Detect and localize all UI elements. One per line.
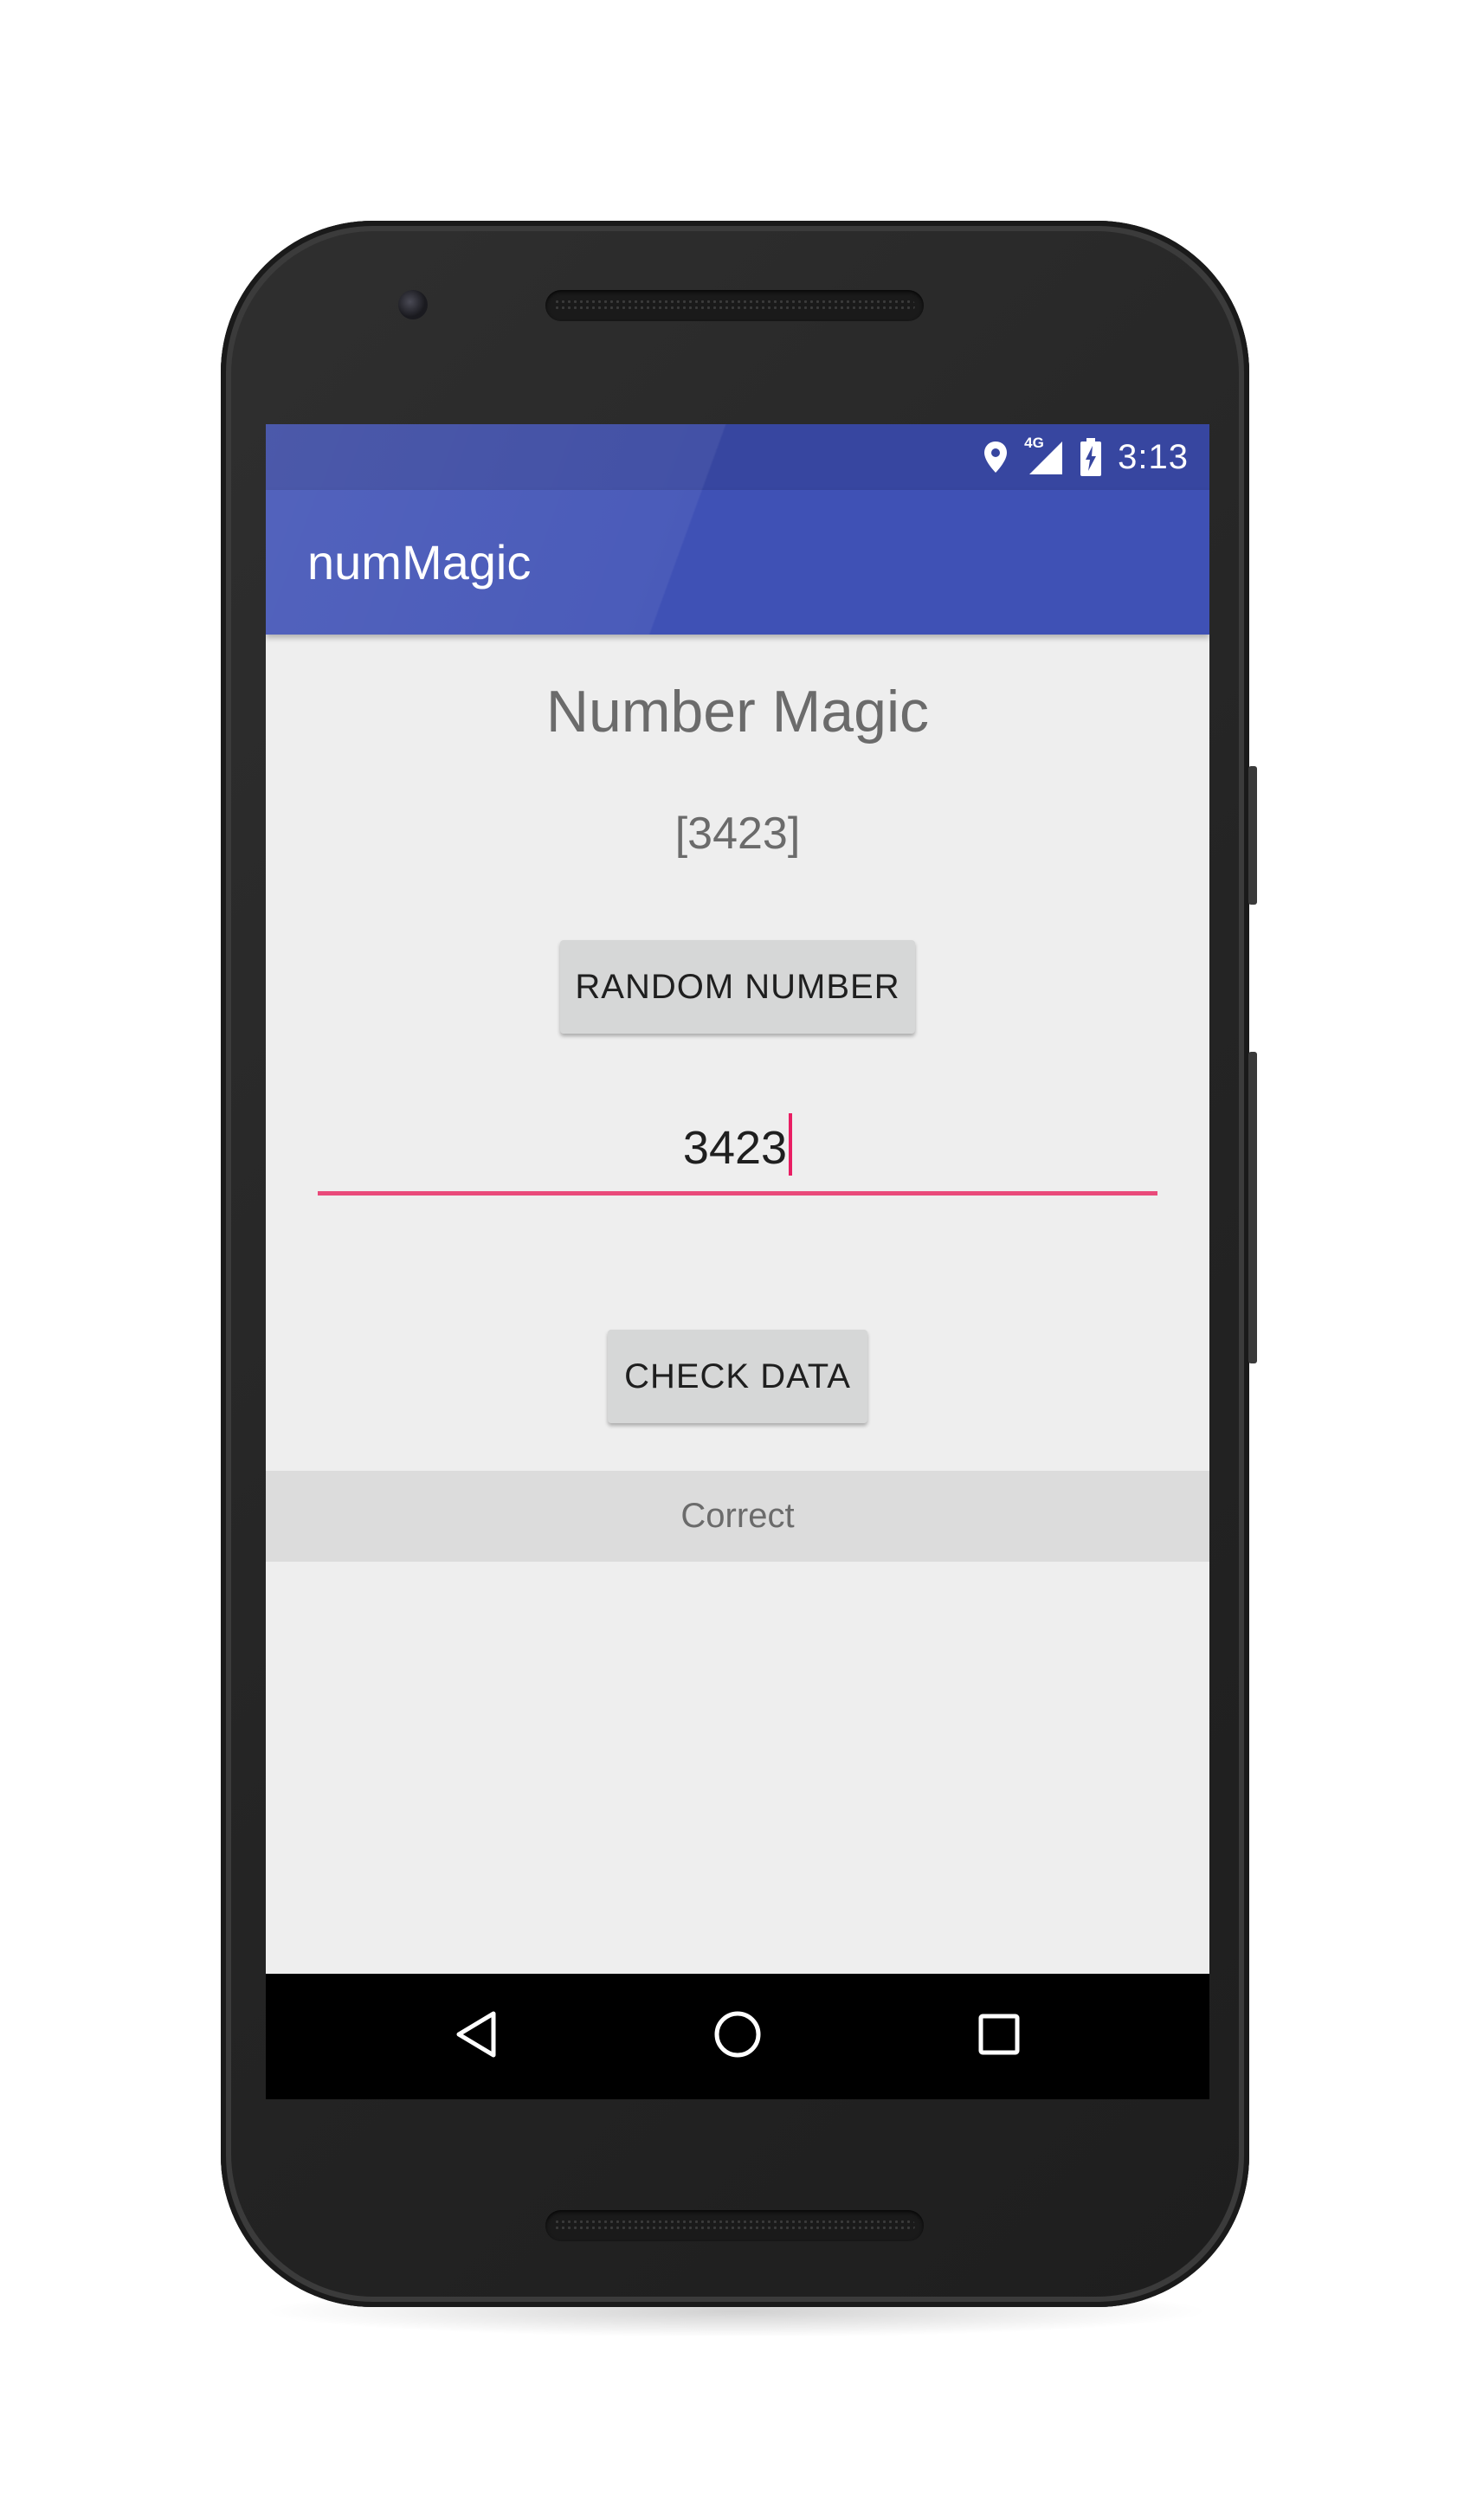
home-icon <box>712 2008 764 2065</box>
phone-screen: 4G 3:13 numMagic Number Magic [3423] RAN… <box>266 424 1209 2099</box>
random-number-display: [3423] <box>674 809 801 859</box>
number-input-value: 3423 <box>682 1122 788 1174</box>
navigation-bar <box>266 1974 1209 2099</box>
volume-rocker <box>1248 1052 1257 1363</box>
text-caret <box>789 1113 793 1176</box>
page-heading: Number Magic <box>545 679 930 744</box>
bottom-speaker-grille <box>545 2210 924 2241</box>
check-data-button[interactable]: CHECK DATA <box>608 1330 867 1423</box>
signal-icon: 4G <box>1024 435 1064 476</box>
app-title: numMagic <box>307 535 532 590</box>
back-button[interactable] <box>424 1974 528 2099</box>
main-content: Number Magic [3423] RANDOM NUMBER 3423 C… <box>266 635 1209 1968</box>
location-icon <box>983 440 1009 474</box>
home-button[interactable] <box>686 1974 790 2099</box>
back-icon <box>452 2008 500 2065</box>
result-text: Correct <box>680 1497 795 1535</box>
random-number-button[interactable]: RANDOM NUMBER <box>560 940 915 1034</box>
result-status: Correct <box>266 1471 1209 1562</box>
status-bar: 4G 3:13 <box>266 424 1209 490</box>
power-button <box>1248 766 1257 905</box>
network-type-label: 4G <box>1024 435 1044 451</box>
front-camera <box>398 290 428 319</box>
top-speaker-grille <box>545 290 924 321</box>
status-bar-icons: 4G 3:13 <box>983 424 1189 490</box>
app-toolbar: numMagic <box>266 490 1209 635</box>
battery-charging-icon <box>1080 438 1102 476</box>
number-input-field[interactable]: 3423 <box>318 1089 1157 1202</box>
number-input-text[interactable]: 3423 <box>318 1113 1157 1176</box>
recents-icon <box>977 2012 1022 2061</box>
status-time: 3:13 <box>1118 437 1189 476</box>
input-underline <box>318 1191 1157 1196</box>
recents-button[interactable] <box>947 1974 1051 2099</box>
